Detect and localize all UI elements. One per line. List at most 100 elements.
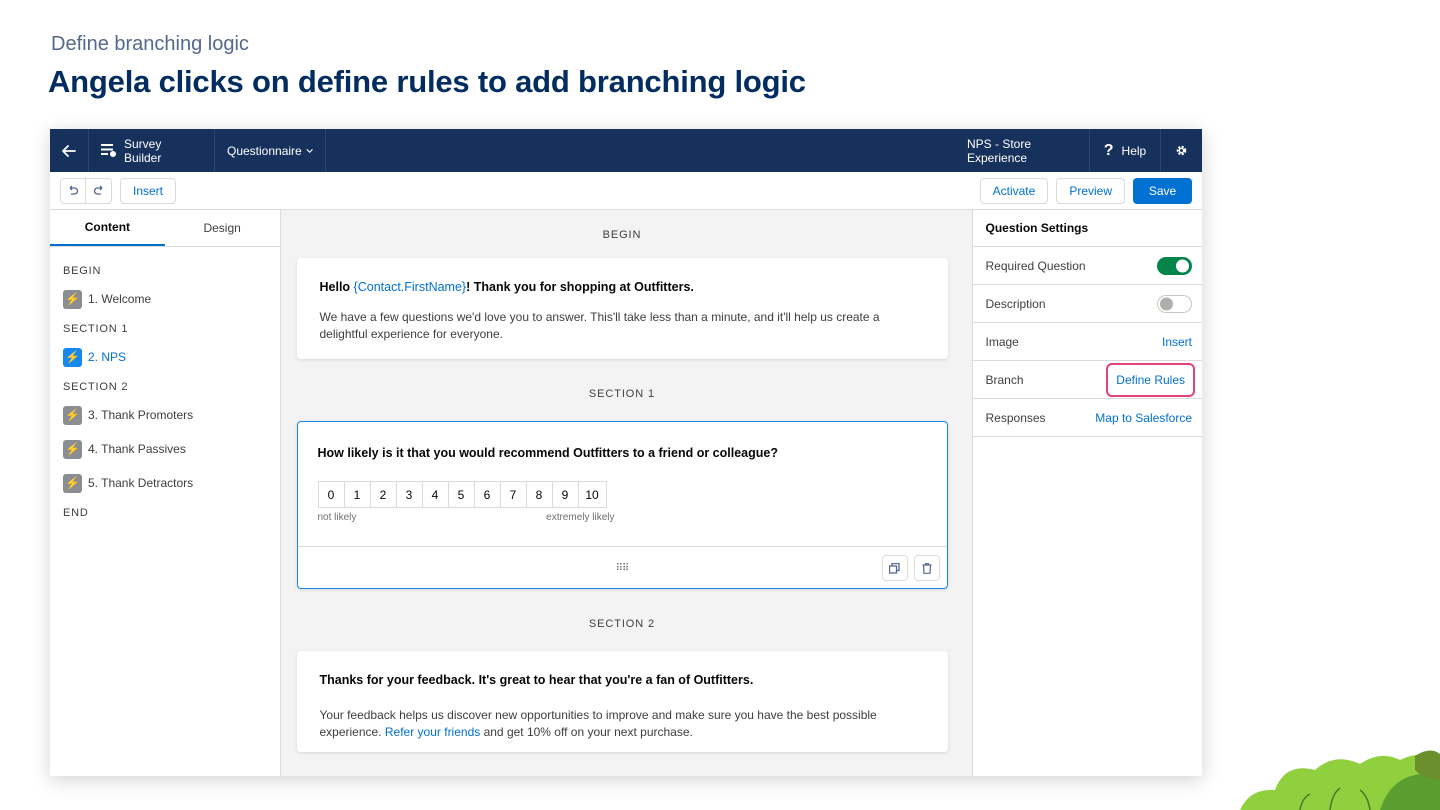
scale-option[interactable]: 0: [317, 481, 345, 508]
image-label: Image: [985, 334, 1019, 349]
preview-button[interactable]: Preview: [1056, 177, 1125, 204]
lightning-icon: ⚡: [63, 439, 82, 459]
copy-button[interactable]: [881, 555, 908, 581]
outline-item-label: 4. Thank Passives: [88, 442, 186, 456]
survey-canvas: BEGIN Hello {Contact.FirstName}! Thank y…: [280, 210, 972, 776]
tree-illustration: [1240, 750, 1440, 810]
branch-label: Branch: [985, 372, 1024, 387]
undo-icon: [69, 185, 79, 195]
scale-option[interactable]: 3: [395, 481, 423, 508]
slide-title: Angela clicks on define rules to add bra…: [48, 64, 806, 99]
scale-option[interactable]: 9: [551, 481, 579, 508]
outline-section-1: SECTION 1: [63, 323, 129, 335]
app-launcher[interactable]: Survey Builder: [89, 129, 215, 172]
outline-section-2: SECTION 2: [63, 381, 129, 393]
tab-design[interactable]: Design: [165, 210, 280, 246]
back-button[interactable]: [50, 129, 89, 172]
required-toggle[interactable]: [1157, 256, 1192, 275]
outline-item-label: 3. Thank Promoters: [88, 408, 194, 422]
image-insert-link[interactable]: Insert: [1162, 335, 1192, 349]
survey-name: NPS - Store Experience: [955, 129, 1090, 172]
question-body: How likely is it that you would recommen…: [298, 422, 947, 546]
help-button[interactable]: ? Help: [1090, 129, 1161, 172]
lightning-icon: ⚡: [63, 347, 82, 367]
outline-item-promoters[interactable]: ⚡ 3. Thank Promoters: [63, 399, 267, 431]
scale-option[interactable]: 4: [421, 481, 449, 508]
builder-body: Content Design BEGIN ⚡ 1. Welcome SECTIO…: [50, 210, 1202, 776]
outline-item-welcome[interactable]: ⚡ 1. Welcome: [63, 283, 267, 315]
insert-button[interactable]: Insert: [120, 177, 177, 204]
setting-required: Required Question: [972, 247, 1202, 285]
settings-button[interactable]: [1161, 129, 1202, 172]
lightning-icon: ⚡: [63, 473, 82, 493]
redo-icon: [93, 185, 102, 195]
nps-question-card[interactable]: How likely is it that you would recommen…: [296, 421, 948, 589]
define-rules-link[interactable]: Define Rules: [1106, 362, 1195, 397]
scale-labels: not likely extremely likely: [318, 512, 615, 523]
outline-item-passives[interactable]: ⚡ 4. Thank Passives: [63, 433, 267, 465]
scale-option[interactable]: 5: [447, 481, 475, 508]
scale-high-label: extremely likely: [546, 512, 615, 523]
copy-icon: [889, 562, 900, 574]
outline-begin: BEGIN: [63, 265, 102, 277]
builder-toolbar: Insert Activate Preview Save: [50, 172, 1202, 210]
canvas-begin-label: BEGIN: [602, 229, 642, 241]
scale-option[interactable]: 7: [499, 481, 527, 508]
drag-handle-icon[interactable]: ⠿⠿: [616, 563, 630, 574]
canvas-section-1-label: SECTION 1: [588, 388, 656, 400]
outline-item-label: 5. Thank Detractors: [88, 476, 194, 490]
thanks-card[interactable]: Thanks for your feedback. It's great to …: [296, 651, 948, 752]
slide-subtitle: Define branching logic: [51, 33, 249, 55]
outline-item-detractors[interactable]: ⚡ 5. Thank Detractors: [63, 467, 267, 499]
outline-item-label: 2. NPS: [88, 350, 127, 364]
scale-option[interactable]: 10: [577, 481, 607, 508]
arrow-left-icon: [62, 144, 76, 157]
question-mark-icon: ?: [1103, 141, 1114, 159]
setting-description: Description: [972, 285, 1202, 323]
toggle-knob: [1176, 259, 1189, 272]
welcome-heading: Hello {Contact.FirstName}! Thank you for…: [320, 280, 924, 294]
header-spacer: [326, 129, 955, 172]
redo-button[interactable]: [86, 177, 112, 204]
trash-icon: [922, 562, 931, 574]
activate-button[interactable]: Activate: [979, 177, 1049, 204]
outline-item-nps[interactable]: ⚡ 2. NPS: [63, 341, 267, 373]
undo-button[interactable]: [60, 177, 86, 204]
thanks-body: Your feedback helps us discover new oppo…: [320, 707, 910, 741]
setting-image: Image Insert: [972, 323, 1202, 361]
app-name: Survey Builder: [124, 136, 162, 165]
scale-option[interactable]: 1: [343, 481, 371, 508]
outline-end: END: [63, 507, 89, 519]
description-toggle[interactable]: [1157, 294, 1192, 313]
survey-outline: BEGIN ⚡ 1. Welcome SECTION 1 ⚡ 2. NPS SE…: [50, 247, 280, 539]
lightning-icon: ⚡: [63, 405, 82, 425]
toolbar-actions: Activate Preview Save: [979, 177, 1192, 204]
greeting-rest: ! Thank you for shopping at Outfitters.: [466, 280, 694, 294]
delete-button[interactable]: [913, 555, 940, 581]
lightning-icon: ⚡: [63, 289, 82, 309]
merge-field: {Contact.FirstName}: [353, 280, 467, 294]
responses-label: Responses: [985, 410, 1046, 425]
welcome-card[interactable]: Hello {Contact.FirstName}! Thank you for…: [296, 258, 948, 359]
save-button[interactable]: Save: [1133, 177, 1192, 204]
scale-option[interactable]: 8: [525, 481, 553, 508]
help-label: Help: [1121, 143, 1147, 158]
refer-friends-link[interactable]: Refer your friends: [385, 725, 480, 739]
tab-content[interactable]: Content: [50, 210, 165, 246]
scale-option[interactable]: 2: [369, 481, 397, 508]
questionnaire-label: Questionnaire: [227, 143, 302, 158]
undo-redo-group: [60, 177, 112, 204]
scale-low-label: not likely: [317, 512, 357, 523]
question-footer: ⠿⠿: [297, 546, 947, 589]
gear-icon: [1176, 145, 1187, 156]
toggle-knob: [1160, 297, 1173, 310]
questionnaire-menu[interactable]: Questionnaire: [215, 129, 326, 172]
welcome-body: We have a few questions we'd love you to…: [319, 310, 880, 341]
setting-responses: Responses Map to Salesforce: [972, 399, 1202, 437]
scale-option[interactable]: 6: [473, 481, 501, 508]
map-to-salesforce-link[interactable]: Map to Salesforce: [1095, 411, 1192, 425]
description-label: Description: [985, 296, 1046, 311]
setting-branch: Branch Define Rules: [972, 361, 1202, 399]
question-settings-panel: Question Settings Required Question Desc…: [971, 210, 1202, 776]
settings-title: Question Settings: [972, 210, 1202, 247]
